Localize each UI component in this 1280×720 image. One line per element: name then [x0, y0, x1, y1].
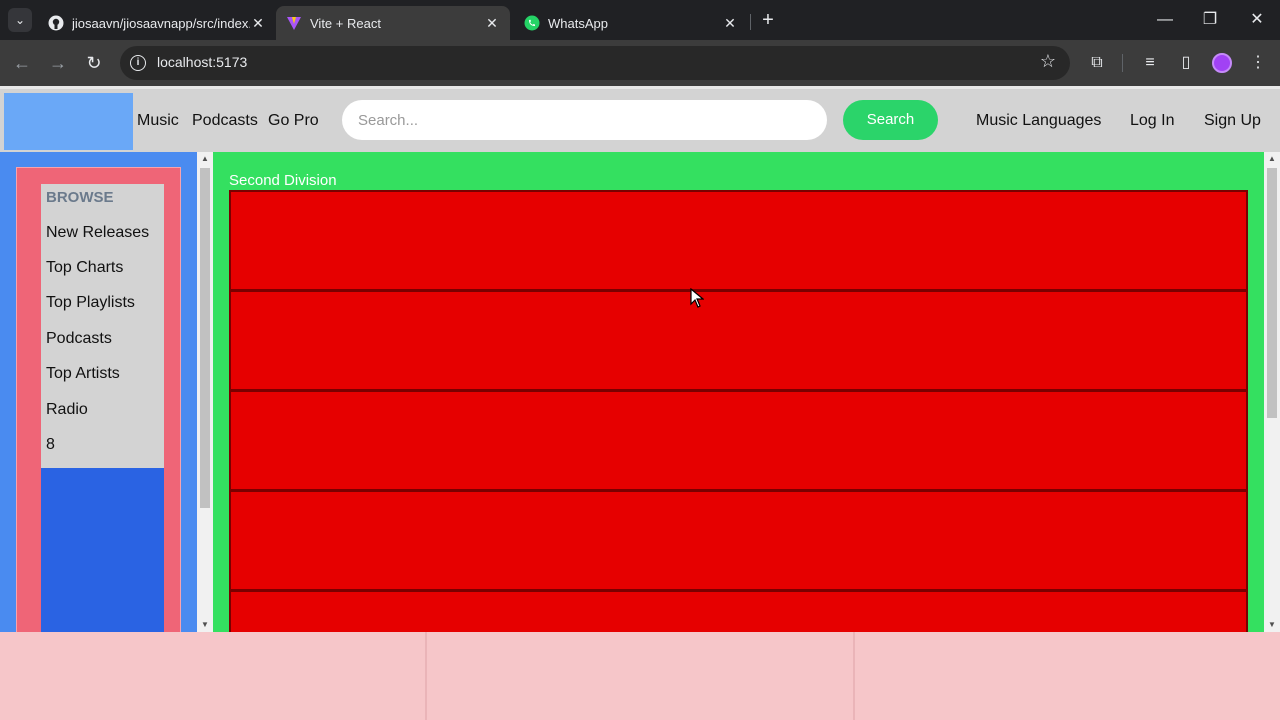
footer-column-divider: [425, 632, 427, 720]
tab-search-button[interactable]: ⌄: [8, 8, 32, 32]
grid-cell[interactable]: [229, 190, 1248, 291]
page-header: Music Podcasts Go Pro Search Music Langu…: [0, 86, 1280, 152]
grid-cell[interactable]: [229, 290, 1248, 391]
menu-icon[interactable]: ⋮: [1246, 51, 1270, 75]
url-text: localhost:5173: [157, 54, 248, 70]
tab-separator: [750, 14, 751, 30]
sidebar-fill: [41, 468, 164, 638]
toolbar-divider: [1122, 54, 1123, 72]
sidebar-item-top-charts[interactable]: Top Charts: [46, 259, 123, 277]
minimize-icon[interactable]: —: [1153, 8, 1177, 32]
close-tab-icon[interactable]: ✕: [722, 15, 738, 31]
close-tab-icon[interactable]: ✕: [250, 15, 266, 31]
scrollbar-thumb[interactable]: [1267, 168, 1277, 418]
grid-cell[interactable]: [229, 390, 1248, 491]
sidebar-item-radio[interactable]: Radio: [46, 401, 88, 419]
nav-go-pro[interactable]: Go Pro: [268, 112, 319, 130]
scroll-up-icon[interactable]: ▲: [1264, 152, 1280, 166]
close-tab-icon[interactable]: ✕: [484, 15, 500, 31]
card-grid: [229, 190, 1248, 691]
scroll-up-icon[interactable]: ▲: [197, 152, 213, 166]
extensions-icon[interactable]: ⧉: [1085, 51, 1109, 75]
grid-cell[interactable]: [229, 490, 1248, 591]
profile-avatar[interactable]: [1212, 53, 1232, 73]
side-panel-icon[interactable]: ▯: [1174, 51, 1198, 75]
tab-github[interactable]: jiosaavn/jiosaavnapp/src/index. ✕: [38, 6, 276, 40]
browse-list: BROWSE New Releases Top Charts Top Playl…: [41, 184, 164, 468]
tab-title: Vite + React: [310, 15, 381, 31]
sidebar-item-8[interactable]: 8: [46, 436, 55, 454]
forward-icon[interactable]: →: [46, 51, 70, 75]
sidebar-item-top-artists[interactable]: Top Artists: [46, 365, 120, 383]
close-window-icon[interactable]: ✕: [1245, 8, 1269, 32]
tab-title: WhatsApp: [548, 15, 608, 31]
whatsapp-icon: [524, 15, 540, 31]
search-input[interactable]: [342, 100, 827, 140]
browser-toolbar: ← → ↻ i localhost:5173 ☆ ⧉ ≡ ▯ ⋮: [0, 40, 1280, 86]
logo-placeholder[interactable]: [4, 93, 133, 150]
tab-whatsapp[interactable]: WhatsApp ✕: [514, 6, 748, 40]
sidebar-item-new-releases[interactable]: New Releases: [46, 224, 149, 242]
tab-title: jiosaavn/jiosaavnapp/src/index.: [72, 15, 250, 31]
second-division: Second Division: [213, 152, 1264, 691]
vite-icon: [286, 15, 302, 31]
sidebar-panel: BROWSE New Releases Top Charts Top Playl…: [16, 167, 181, 638]
sidebar-item-podcasts[interactable]: Podcasts: [46, 330, 112, 348]
sidebar-item-top-playlists[interactable]: Top Playlists: [46, 294, 135, 312]
main-scrollbar[interactable]: ▲ ▼: [1264, 152, 1280, 632]
sign-up-link[interactable]: Sign Up: [1204, 112, 1261, 130]
site-info-icon[interactable]: i: [130, 55, 146, 71]
browser-tab-strip: ⌄ jiosaavn/jiosaavnapp/src/index. ✕ Vite…: [0, 0, 1280, 40]
scroll-down-icon[interactable]: ▼: [197, 618, 213, 632]
log-in-link[interactable]: Log In: [1130, 112, 1174, 130]
address-bar[interactable]: i localhost:5173 ☆: [120, 46, 1070, 80]
scrollbar-thumb[interactable]: [200, 168, 210, 508]
section-title: Second Division: [229, 172, 337, 189]
reload-icon[interactable]: ↻: [82, 51, 106, 75]
new-tab-icon[interactable]: +: [758, 10, 778, 30]
bookmark-star-icon[interactable]: ☆: [1040, 51, 1056, 72]
nav-music[interactable]: Music: [137, 112, 179, 130]
browse-heading: BROWSE: [46, 189, 114, 206]
footer-column-divider: [853, 632, 855, 720]
github-icon: [48, 15, 64, 31]
scroll-down-icon[interactable]: ▼: [1264, 618, 1280, 632]
footer: [0, 632, 1280, 720]
search-button[interactable]: Search: [843, 100, 938, 140]
back-icon[interactable]: ←: [10, 51, 34, 75]
restore-icon[interactable]: ❐: [1198, 8, 1222, 32]
sidebar-scrollbar[interactable]: ▲ ▼: [197, 152, 213, 632]
mouse-cursor-icon: [690, 287, 705, 313]
nav-podcasts[interactable]: Podcasts: [192, 112, 258, 130]
tab-vite-react[interactable]: Vite + React ✕: [276, 6, 510, 40]
sidebar: BROWSE New Releases Top Charts Top Playl…: [0, 152, 197, 638]
media-controls-icon[interactable]: ≡: [1138, 51, 1162, 75]
music-languages-link[interactable]: Music Languages: [976, 112, 1101, 130]
